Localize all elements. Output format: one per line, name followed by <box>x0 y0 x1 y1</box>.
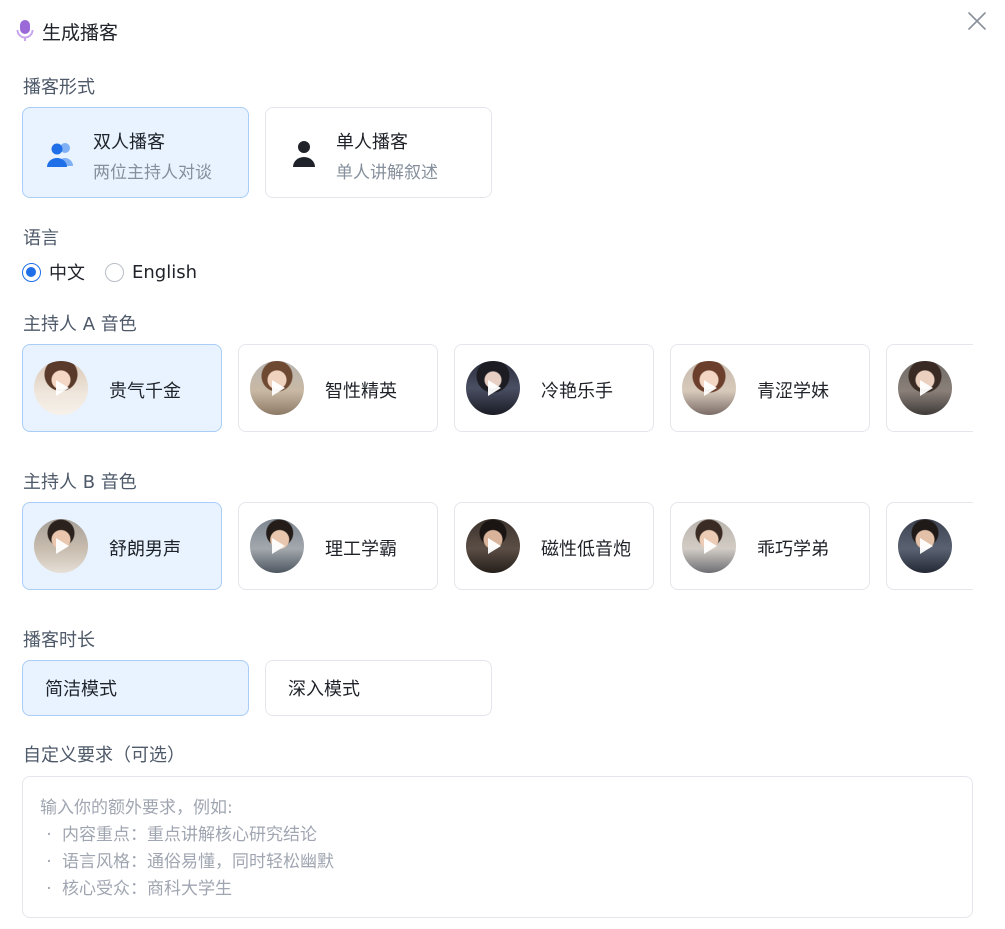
voice-card[interactable]: 理工学霸 <box>238 502 438 590</box>
format-desc: 单人讲解叙述 <box>336 163 438 183</box>
voice-card[interactable] <box>886 502 973 590</box>
voice-card[interactable]: 智性精英 <box>238 344 438 432</box>
voice-card[interactable]: 冷艳乐手 <box>454 344 654 432</box>
format-option-dual[interactable]: 双人播客 两位主持人对谈 <box>22 107 249 198</box>
host-a-voice-list[interactable]: 贵气千金 智性精英 冷艳乐手 青涩学妹 <box>22 344 973 434</box>
language-option-zh[interactable]: 中文 <box>22 259 85 285</box>
voice-name: 乖巧学弟 <box>757 539 829 560</box>
dialog-title: 生成播客 <box>42 21 119 44</box>
dialog-header: 生成播客 <box>14 16 118 46</box>
voice-card[interactable]: 青涩学妹 <box>670 344 870 432</box>
placeholder-item: · 内容重点：重点讲解核心研究结论 <box>40 822 955 849</box>
format-title: 单人播客 <box>336 132 408 153</box>
close-icon[interactable] <box>966 10 988 32</box>
duration-option-brief[interactable]: 简洁模式 <box>22 660 249 716</box>
voice-card[interactable]: 贵气千金 <box>22 344 222 432</box>
play-icon[interactable] <box>56 380 69 396</box>
avatar <box>682 361 736 415</box>
voice-card[interactable]: 舒朗男声 <box>22 502 222 590</box>
format-desc: 两位主持人对谈 <box>93 163 212 183</box>
play-icon[interactable] <box>272 538 285 554</box>
format-label: 播客形式 <box>23 77 95 98</box>
language-option-en[interactable]: English <box>105 262 197 283</box>
play-icon[interactable] <box>488 538 501 554</box>
host-b-label: 主持人 B 音色 <box>23 472 137 493</box>
voice-card[interactable]: 磁性低音炮 <box>454 502 654 590</box>
voice-name: 贵气千金 <box>109 381 181 402</box>
voice-name: 青涩学妹 <box>757 381 829 402</box>
duration-option-deep[interactable]: 深入模式 <box>265 660 492 716</box>
voice-name: 智性精英 <box>325 381 397 402</box>
play-icon[interactable] <box>920 538 933 554</box>
custom-label: 自定义要求（可选） <box>23 745 185 766</box>
custom-requirements-textarea[interactable]: 输入你的额外要求，例如: · 内容重点：重点讲解核心研究结论 · 语言风格：通俗易懂… <box>22 776 973 918</box>
radio-label: 中文 <box>49 263 85 284</box>
placeholder-item: · 核心受众：商科大学生 <box>40 876 955 903</box>
avatar <box>34 361 88 415</box>
placeholder-intro: 输入你的额外要求，例如: <box>40 798 233 818</box>
placeholder-item-text: 核心受众：商科大学生 <box>62 879 232 899</box>
avatar <box>466 519 520 573</box>
play-icon[interactable] <box>272 380 285 396</box>
voice-card[interactable]: 乖巧学弟 <box>670 502 870 590</box>
bullet: · <box>46 852 52 872</box>
voice-name: 舒朗男声 <box>109 539 181 560</box>
duration-label: 播客时长 <box>23 630 95 651</box>
two-people-icon <box>45 138 77 170</box>
voice-card[interactable] <box>886 344 973 432</box>
voice-name: 冷艳乐手 <box>541 381 613 402</box>
radio-button[interactable] <box>22 262 41 282</box>
format-option-single[interactable]: 单人播客 单人讲解叙述 <box>265 107 492 198</box>
avatar <box>34 519 88 573</box>
avatar <box>682 519 736 573</box>
avatar <box>250 519 304 573</box>
avatar <box>898 361 952 415</box>
play-icon[interactable] <box>488 380 501 396</box>
radio-button[interactable] <box>105 262 124 282</box>
play-icon[interactable] <box>920 380 933 396</box>
avatar <box>466 361 520 415</box>
host-a-label: 主持人 A 音色 <box>23 314 137 335</box>
avatar <box>250 361 304 415</box>
voice-name: 理工学霸 <box>325 539 397 560</box>
person-icon <box>288 138 320 170</box>
format-title: 双人播客 <box>93 132 165 153</box>
bullet: · <box>46 879 52 899</box>
play-icon[interactable] <box>704 380 717 396</box>
language-label: 语言 <box>23 228 59 249</box>
play-icon[interactable] <box>56 538 69 554</box>
bullet: · <box>46 825 52 845</box>
radio-label: English <box>132 261 197 283</box>
avatar <box>898 519 952 573</box>
microphone-icon <box>14 18 36 44</box>
placeholder-item-text: 语言风格：通俗易懂，同时轻松幽默 <box>62 852 334 872</box>
play-icon[interactable] <box>704 538 717 554</box>
voice-name: 磁性低音炮 <box>541 539 631 560</box>
placeholder-item: · 语言风格：通俗易懂，同时轻松幽默 <box>40 849 955 876</box>
language-radio-group: 中文 English <box>22 259 217 285</box>
host-b-voice-list[interactable]: 舒朗男声 理工学霸 磁性低音炮 乖巧学弟 <box>22 502 973 592</box>
placeholder-item-text: 内容重点：重点讲解核心研究结论 <box>62 825 317 845</box>
